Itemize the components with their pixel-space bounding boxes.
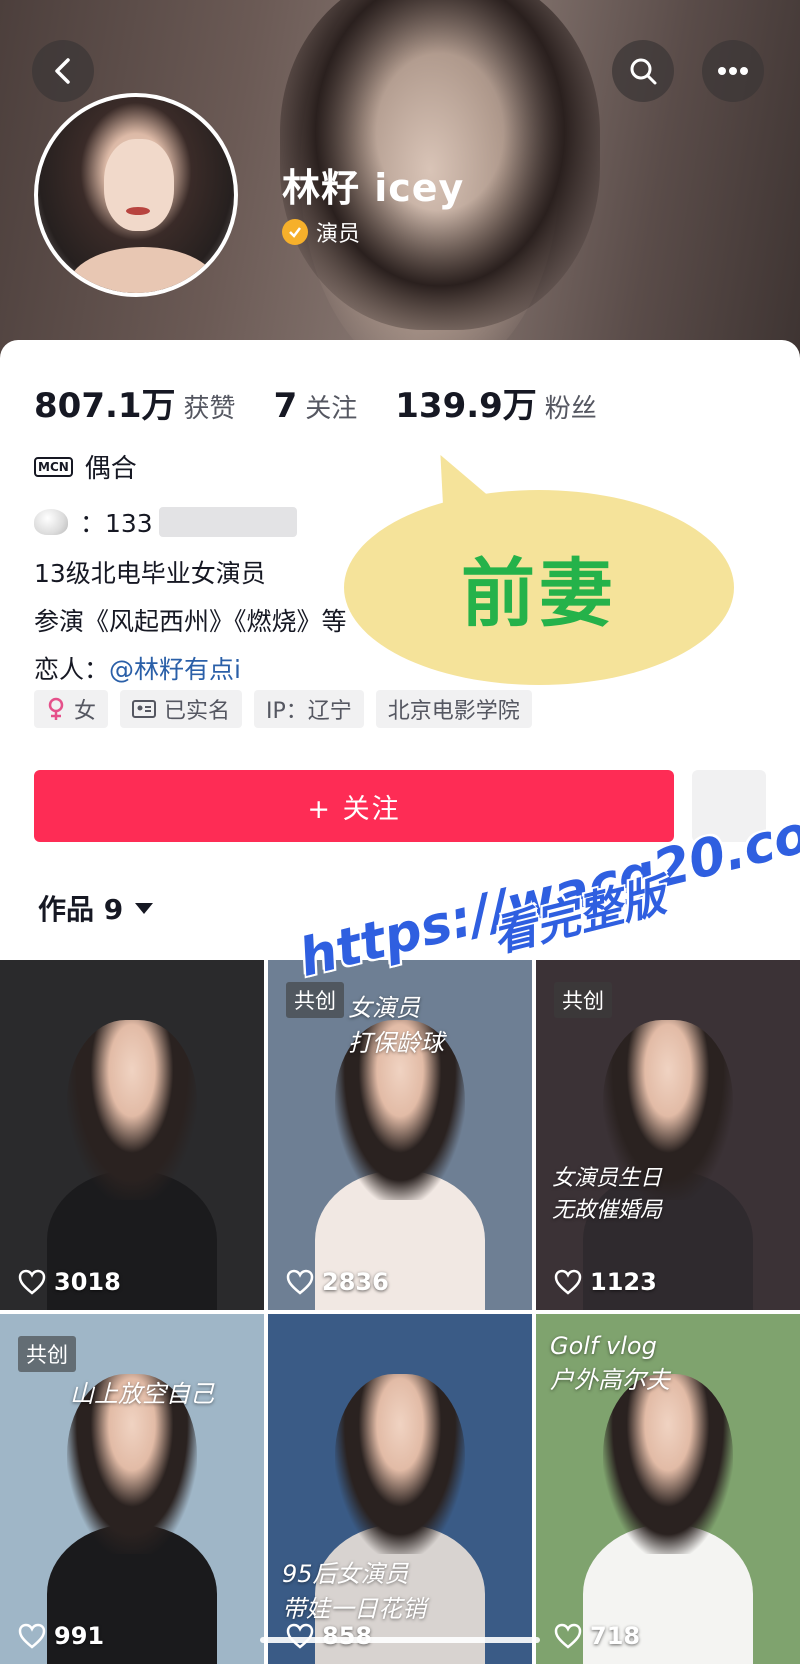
lover-mention-link[interactable]: @林籽有点i: [109, 655, 241, 684]
video-likes: 858: [286, 1622, 372, 1650]
video-likes-count: 858: [322, 1622, 373, 1650]
avatar-face: [104, 139, 174, 231]
tag-label: 北京电影学院: [387, 699, 520, 724]
tag-gender: 女: [34, 690, 109, 728]
avatar-lips: [126, 207, 150, 215]
heart-icon: [554, 1269, 582, 1295]
id-card-icon: [132, 700, 157, 718]
follow-button[interactable]: + 关注: [34, 770, 674, 842]
avatar[interactable]: [34, 93, 238, 297]
caret-down-icon: [135, 902, 154, 914]
video-likes: 1123: [554, 1268, 657, 1296]
tile-figure: [603, 1374, 733, 1554]
heart-icon: [18, 1623, 46, 1649]
tag-verified-name: 已实名: [120, 690, 243, 728]
blurred-number: [158, 507, 297, 537]
tag-school[interactable]: 北京电影学院: [375, 690, 532, 728]
verified-badge: 演员: [282, 216, 360, 248]
bio-contact-line: ：133: [34, 504, 297, 540]
video-tile[interactable]: 共创 山上放空自己 991: [0, 1314, 264, 1664]
tag-label: IP：辽宁: [266, 699, 352, 724]
mcn-label: 偶合: [84, 454, 137, 484]
video-caption: Golf vlog 户外高尔夫: [550, 1332, 670, 1394]
video-likes: 718: [554, 1622, 640, 1650]
verified-check-icon: [282, 219, 308, 245]
video-tile[interactable]: Golf vlog 户外高尔夫 718: [536, 1314, 800, 1664]
back-button[interactable]: [32, 40, 94, 102]
profile-header: 林籽 icey 演员: [0, 0, 800, 360]
search-icon: [630, 58, 657, 85]
co-creation-badge: 共创: [554, 982, 612, 1018]
bio-lover-line: 恋人：@林籽有点i: [34, 650, 241, 686]
tag-ip-location: IP：辽宁: [254, 690, 364, 728]
tab-works[interactable]: 作品 9: [38, 888, 154, 928]
video-likes: 2836: [286, 1268, 389, 1296]
tag-label: 女: [74, 699, 97, 724]
following-label[interactable]: 关注: [305, 388, 357, 425]
video-tile[interactable]: 3018: [0, 960, 264, 1310]
bio-lover-prefix: 恋人：: [34, 655, 110, 684]
heart-icon: [286, 1269, 314, 1295]
rice-bowl-icon: [34, 509, 68, 535]
bio-contact-text: ：133: [80, 509, 153, 538]
more-dots-icon: [718, 67, 748, 75]
username: 林籽 icey: [282, 166, 465, 210]
video-tile[interactable]: 95后女演员 带娃一日花销 858: [268, 1314, 532, 1664]
video-likes-count: 1123: [590, 1268, 657, 1296]
video-likes: 3018: [18, 1268, 121, 1296]
stats-row: 807.1万 获赞 7 关注 139.9万 粉丝: [34, 378, 635, 427]
bio-line: 参演《风起西州》《燃烧》等: [34, 607, 347, 636]
video-likes: 991: [18, 1622, 104, 1650]
video-caption: 95后女演员 带娃一日花销: [282, 1560, 426, 1623]
likes-label: 获赞: [183, 394, 236, 424]
mcn-row[interactable]: MCN 偶合: [34, 448, 137, 485]
following-count[interactable]: 7: [274, 386, 298, 426]
video-likes-count: 3018: [54, 1268, 121, 1296]
mcn-icon: MCN: [34, 456, 73, 477]
video-likes-count: 718: [590, 1622, 641, 1650]
chevron-left-icon: [55, 58, 70, 84]
verify-label: 演员: [316, 222, 361, 247]
followers-count[interactable]: 139.9万: [395, 378, 537, 427]
co-creation-badge: 共创: [286, 982, 344, 1018]
heart-icon: [286, 1623, 314, 1649]
likes-count: 807.1万: [34, 386, 176, 426]
video-tile[interactable]: 共创 女演员生日 无故催婚局 1123: [536, 960, 800, 1310]
video-grid: 3018 共创 女演员 打保龄球 2836 共创 女演员生日 无故催婚局 112…: [0, 960, 800, 1664]
heart-icon: [554, 1623, 582, 1649]
video-likes-count: 2836: [322, 1268, 389, 1296]
followers-label[interactable]: 粉丝: [545, 388, 597, 425]
video-tile[interactable]: 共创 女演员 打保龄球 2836: [268, 960, 532, 1310]
tag-label: 已实名: [164, 699, 231, 724]
co-creation-badge: 共创: [18, 1336, 76, 1372]
home-indicator: [260, 1637, 540, 1643]
video-caption: 女演员生日 无故催婚局: [552, 1166, 663, 1223]
female-icon: [48, 697, 64, 720]
speech-bubble-text: 前妻: [461, 551, 617, 637]
profile-tags: 女 已实名 IP：辽宁 北京电影学院: [34, 690, 532, 728]
heart-icon: [18, 1269, 46, 1295]
works-tab-label: 作品 9: [38, 893, 124, 926]
video-caption: 女演员 打保龄球: [348, 994, 444, 1057]
search-button[interactable]: [612, 40, 674, 102]
bio-line: 13级北电毕业女演员: [34, 559, 266, 588]
tile-figure: [67, 1020, 197, 1200]
video-likes-count: 991: [54, 1622, 105, 1650]
more-button[interactable]: [702, 40, 764, 102]
video-caption: 山上放空自己: [70, 1380, 214, 1408]
tile-figure: [335, 1374, 465, 1554]
avatar-shoulder: [68, 247, 218, 293]
